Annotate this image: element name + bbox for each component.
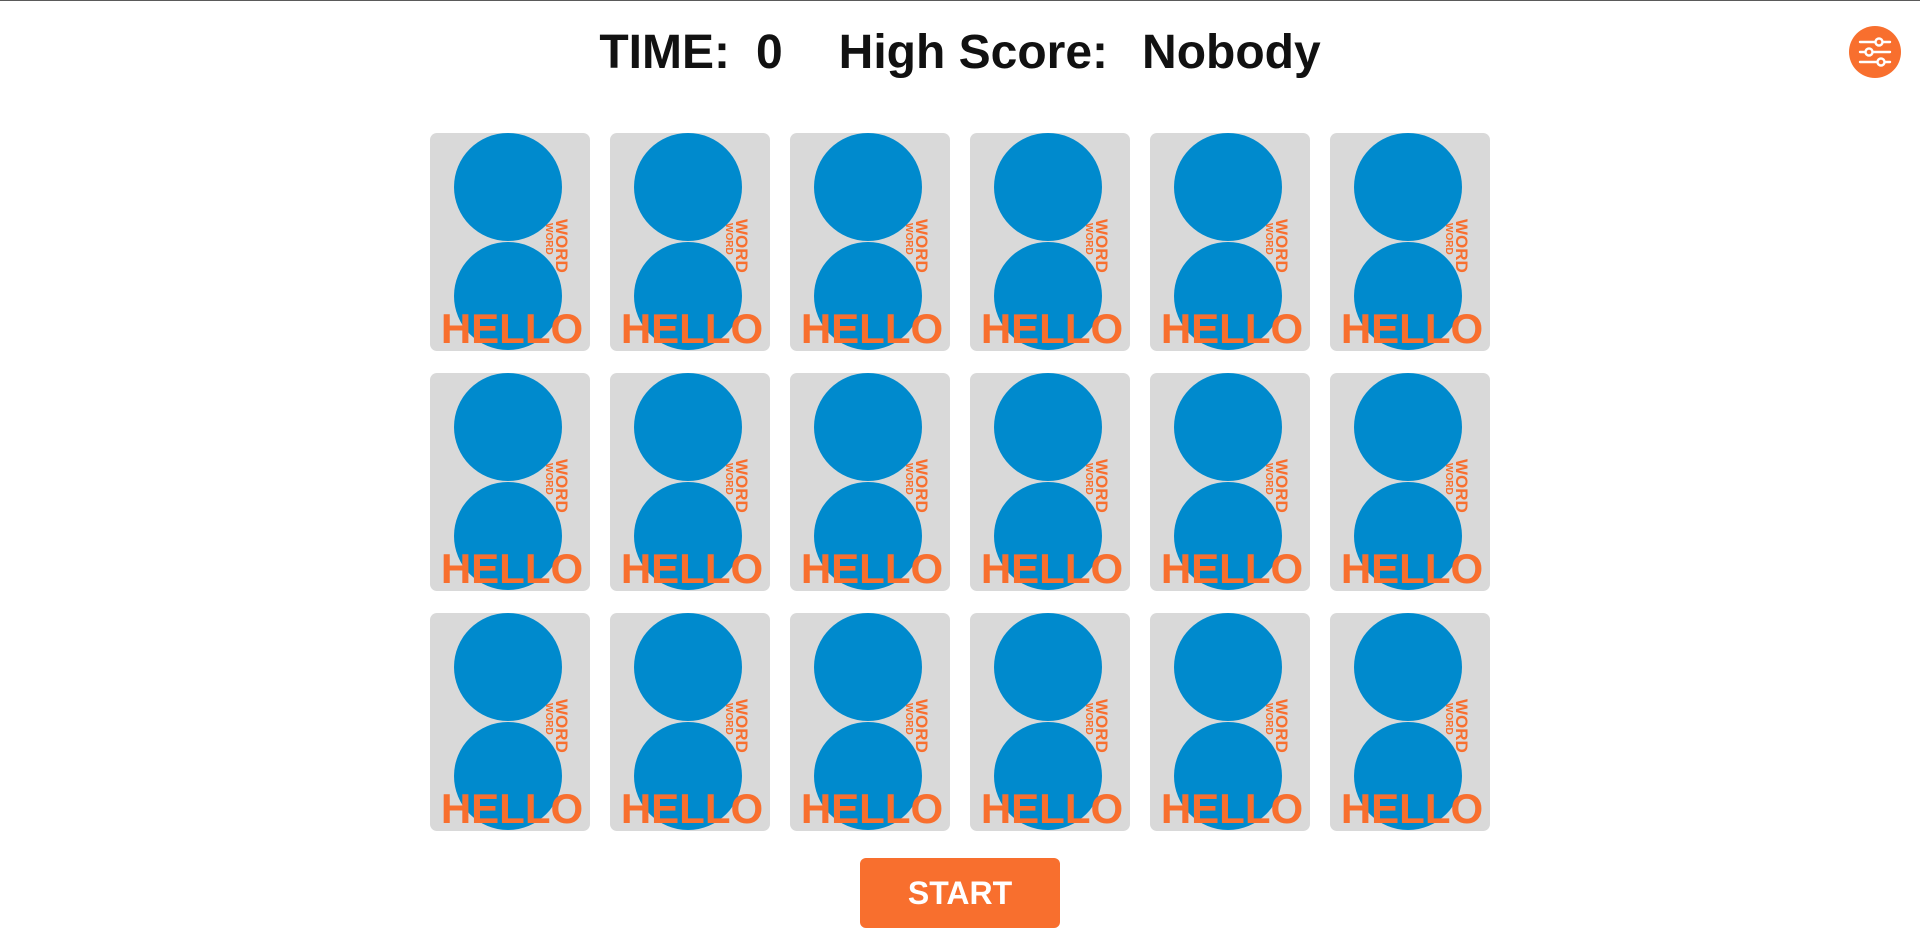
memory-card[interactable]: WORD WORD HELLO <box>1150 133 1310 351</box>
card-back-art: WORD WORD HELLO <box>621 373 763 591</box>
memory-card[interactable]: WORD WORD HELLO <box>610 133 770 351</box>
time-label: TIME: <box>599 25 730 79</box>
card-word-hello: HELLO <box>801 545 943 591</box>
card-back-art: WORD WORD HELLO <box>1161 133 1303 351</box>
card-word-hello: HELLO <box>621 545 763 591</box>
card-back-art: WORD WORD HELLO <box>801 373 943 591</box>
card-back-art: WORD WORD HELLO <box>981 613 1123 831</box>
card-word-hello: HELLO <box>1341 785 1483 831</box>
sliders-icon <box>1858 37 1892 67</box>
high-score-value: Nobody <box>1142 25 1321 79</box>
card-word-side-small: WORD <box>903 223 914 255</box>
card-word-side-small: WORD <box>723 463 734 495</box>
memory-card[interactable]: WORD WORD HELLO <box>970 373 1130 591</box>
window-top-border <box>0 0 1920 1</box>
card-word-hello: HELLO <box>801 785 943 831</box>
card-word-side-small: WORD <box>723 223 734 255</box>
card-word-side-small: WORD <box>1263 463 1274 495</box>
card-word-side-small: WORD <box>1083 703 1094 735</box>
card-back-art: WORD WORD HELLO <box>1341 613 1483 831</box>
card-back-art: WORD WORD HELLO <box>621 133 763 351</box>
card-word-hello: HELLO <box>441 785 583 831</box>
memory-card[interactable]: WORD WORD HELLO <box>430 133 590 351</box>
memory-card[interactable]: WORD WORD HELLO <box>1330 613 1490 831</box>
card-word-hello: HELLO <box>1161 305 1303 351</box>
card-back-art: WORD WORD HELLO <box>981 133 1123 351</box>
card-word-side-small: WORD <box>543 223 554 255</box>
card-word-hello: HELLO <box>981 305 1123 351</box>
card-word-side-small: WORD <box>1083 463 1094 495</box>
memory-card[interactable]: WORD WORD HELLO <box>1150 373 1310 591</box>
card-word-hello: HELLO <box>1161 785 1303 831</box>
card-word-hello: HELLO <box>621 785 763 831</box>
card-back-art: WORD WORD HELLO <box>981 373 1123 591</box>
card-word-hello: HELLO <box>801 305 943 351</box>
card-word-side-small: WORD <box>903 463 914 495</box>
card-back-art: WORD WORD HELLO <box>1161 613 1303 831</box>
memory-card[interactable]: WORD WORD HELLO <box>1330 133 1490 351</box>
card-word-hello: HELLO <box>441 305 583 351</box>
memory-card[interactable]: WORD WORD HELLO <box>610 613 770 831</box>
card-back-art: WORD WORD HELLO <box>621 613 763 831</box>
card-back-art: WORD WORD HELLO <box>1341 133 1483 351</box>
memory-card[interactable]: WORD WORD HELLO <box>1330 373 1490 591</box>
memory-card[interactable]: WORD WORD HELLO <box>430 613 590 831</box>
card-word-hello: HELLO <box>1341 545 1483 591</box>
card-word-side-small: WORD <box>1263 223 1274 255</box>
card-back-art: WORD WORD HELLO <box>441 373 583 591</box>
card-word-side-small: WORD <box>1443 703 1454 735</box>
memory-card[interactable]: WORD WORD HELLO <box>790 133 950 351</box>
memory-card[interactable]: WORD WORD HELLO <box>970 133 1130 351</box>
memory-card[interactable]: WORD WORD HELLO <box>610 373 770 591</box>
card-word-side-small: WORD <box>543 703 554 735</box>
memory-card[interactable]: WORD WORD HELLO <box>430 373 590 591</box>
memory-card[interactable]: WORD WORD HELLO <box>1150 613 1310 831</box>
card-word-hello: HELLO <box>1341 305 1483 351</box>
card-back-art: WORD WORD HELLO <box>441 133 583 351</box>
memory-card[interactable]: WORD WORD HELLO <box>790 613 950 831</box>
card-word-side-small: WORD <box>1263 703 1274 735</box>
card-back-art: WORD WORD HELLO <box>1341 373 1483 591</box>
card-word-hello: HELLO <box>1161 545 1303 591</box>
card-back-art: WORD WORD HELLO <box>441 613 583 831</box>
settings-button[interactable] <box>1849 26 1901 78</box>
card-word-side-small: WORD <box>723 703 734 735</box>
card-word-side-small: WORD <box>1443 463 1454 495</box>
card-word-side-small: WORD <box>1443 223 1454 255</box>
card-word-side-small: WORD <box>903 703 914 735</box>
card-back-art: WORD WORD HELLO <box>801 613 943 831</box>
card-word-hello: HELLO <box>981 785 1123 831</box>
start-button[interactable]: START <box>860 858 1060 928</box>
time-value: 0 <box>755 25 783 79</box>
card-word-hello: HELLO <box>441 545 583 591</box>
card-word-hello: HELLO <box>981 545 1123 591</box>
high-score-label: High Score: <box>838 25 1109 79</box>
memory-card[interactable]: WORD WORD HELLO <box>970 613 1130 831</box>
memory-card[interactable]: WORD WORD HELLO <box>790 373 950 591</box>
card-word-side-small: WORD <box>1083 223 1094 255</box>
card-back-art: WORD WORD HELLO <box>1161 373 1303 591</box>
card-word-side-small: WORD <box>543 463 554 495</box>
card-back-art: WORD WORD HELLO <box>801 133 943 351</box>
game-header: TIME: 0 High Score: Nobody <box>0 22 1920 82</box>
card-word-hello: HELLO <box>621 305 763 351</box>
card-grid: WORD WORD HELLO WORD WORD HELLO WORD WOR… <box>430 133 1490 831</box>
